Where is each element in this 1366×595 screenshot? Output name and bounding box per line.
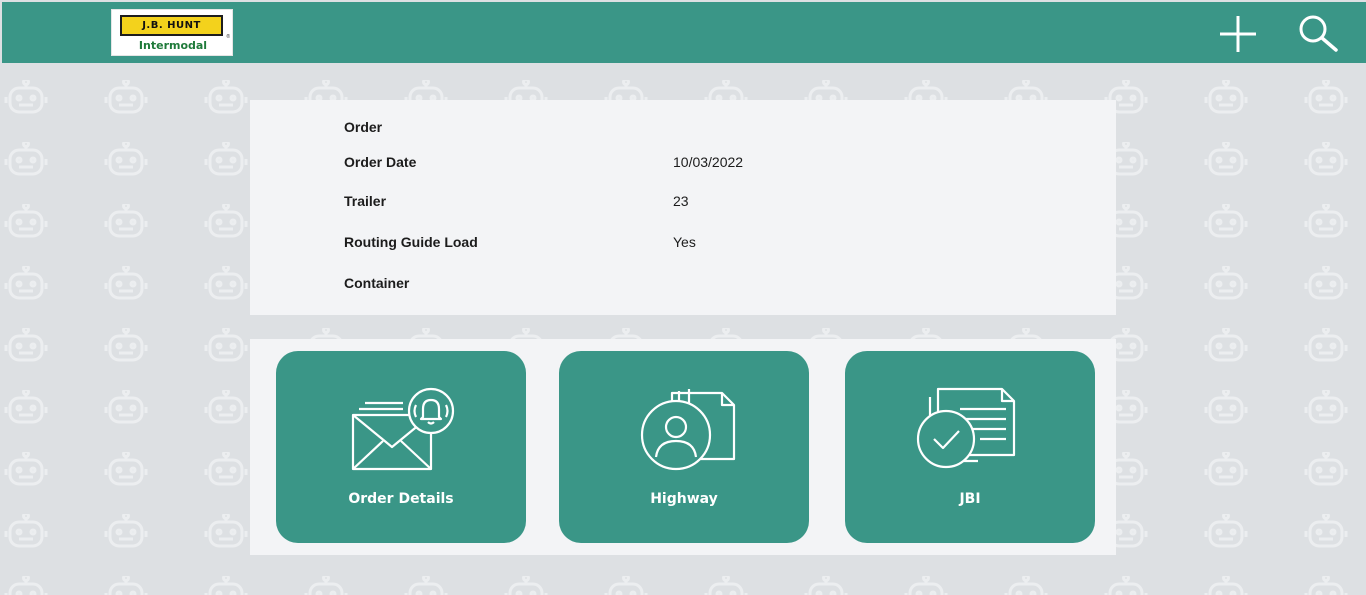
logo-subtitle: Intermodal bbox=[138, 39, 208, 52]
order-info-panel: Order Order Date 10/03/2022 Trailer 23 R… bbox=[250, 100, 1116, 315]
field-label: Order Date bbox=[344, 154, 417, 170]
top-app-bar: J.B. HUNT Intermodal ® bbox=[2, 2, 1366, 63]
document-check-icon bbox=[916, 387, 1016, 469]
field-row-container: Container bbox=[344, 275, 1084, 297]
navigation-cards-panel: Order Details Highway JBI bbox=[250, 339, 1116, 555]
plus-icon bbox=[1220, 16, 1256, 52]
order-details-card[interactable]: Order Details bbox=[276, 351, 526, 543]
card-label: Highway bbox=[650, 491, 718, 507]
add-button[interactable] bbox=[1216, 12, 1260, 56]
field-label: Routing Guide Load bbox=[344, 234, 478, 250]
field-value: 23 bbox=[673, 193, 689, 209]
user-document-icon bbox=[640, 389, 736, 471]
highway-card[interactable]: Highway bbox=[559, 351, 809, 543]
field-value: 10/03/2022 bbox=[673, 154, 744, 170]
logo-registered-mark: ® bbox=[226, 34, 230, 40]
search-icon bbox=[1299, 15, 1338, 52]
field-label: Order bbox=[344, 119, 383, 135]
field-label: Container bbox=[344, 275, 410, 291]
logo-badge: J.B. HUNT bbox=[120, 15, 223, 36]
field-row-trailer: Trailer 23 bbox=[344, 193, 1084, 215]
card-label: JBI bbox=[959, 491, 981, 507]
mail-bell-icon bbox=[351, 387, 455, 471]
field-row-routing-guide-load: Routing Guide Load Yes bbox=[344, 234, 1084, 256]
jbi-card[interactable]: JBI bbox=[845, 351, 1095, 543]
card-label: Order Details bbox=[348, 491, 454, 507]
field-row-order-date: Order Date 10/03/2022 bbox=[344, 154, 1084, 176]
field-label: Trailer bbox=[344, 193, 387, 209]
field-row-order: Order bbox=[344, 119, 1084, 141]
field-value: Yes bbox=[673, 234, 696, 250]
search-button[interactable] bbox=[1296, 12, 1340, 56]
jb-hunt-logo[interactable]: J.B. HUNT Intermodal ® bbox=[111, 9, 233, 56]
